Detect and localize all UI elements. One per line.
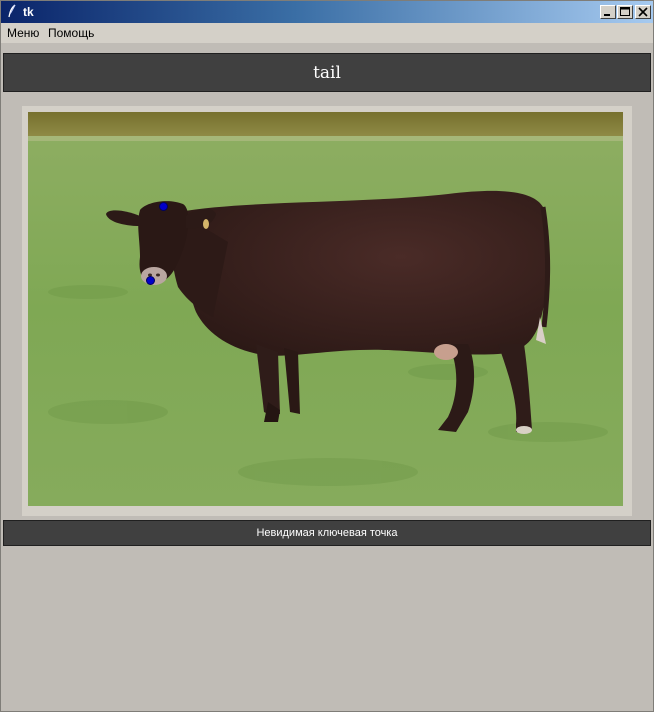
close-icon bbox=[638, 7, 648, 17]
keypoint-marker[interactable] bbox=[146, 276, 155, 285]
window-title: tk bbox=[23, 5, 34, 19]
keypoint-status-bar[interactable]: Невидимая ключевая точка bbox=[3, 520, 651, 546]
menu-item-help[interactable]: Помощь bbox=[48, 26, 94, 40]
keypoint-name-label: tail bbox=[3, 53, 651, 92]
menu-item-menu[interactable]: Меню bbox=[7, 26, 39, 40]
minimize-button[interactable] bbox=[600, 5, 616, 19]
tk-feather-icon bbox=[6, 4, 18, 18]
image-frame bbox=[22, 106, 632, 516]
cow-photo[interactable] bbox=[28, 112, 623, 506]
maximize-button[interactable] bbox=[617, 5, 633, 19]
app-window: tk Меню Помощь tail Невидимая ключевая т… bbox=[0, 0, 654, 712]
minimize-icon bbox=[604, 14, 610, 16]
keypoint-marker[interactable] bbox=[159, 202, 168, 211]
title-bar[interactable]: tk bbox=[1, 1, 653, 23]
close-button[interactable] bbox=[635, 5, 651, 19]
maximize-icon bbox=[620, 7, 630, 16]
menu-bar: Меню Помощь bbox=[1, 23, 653, 43]
